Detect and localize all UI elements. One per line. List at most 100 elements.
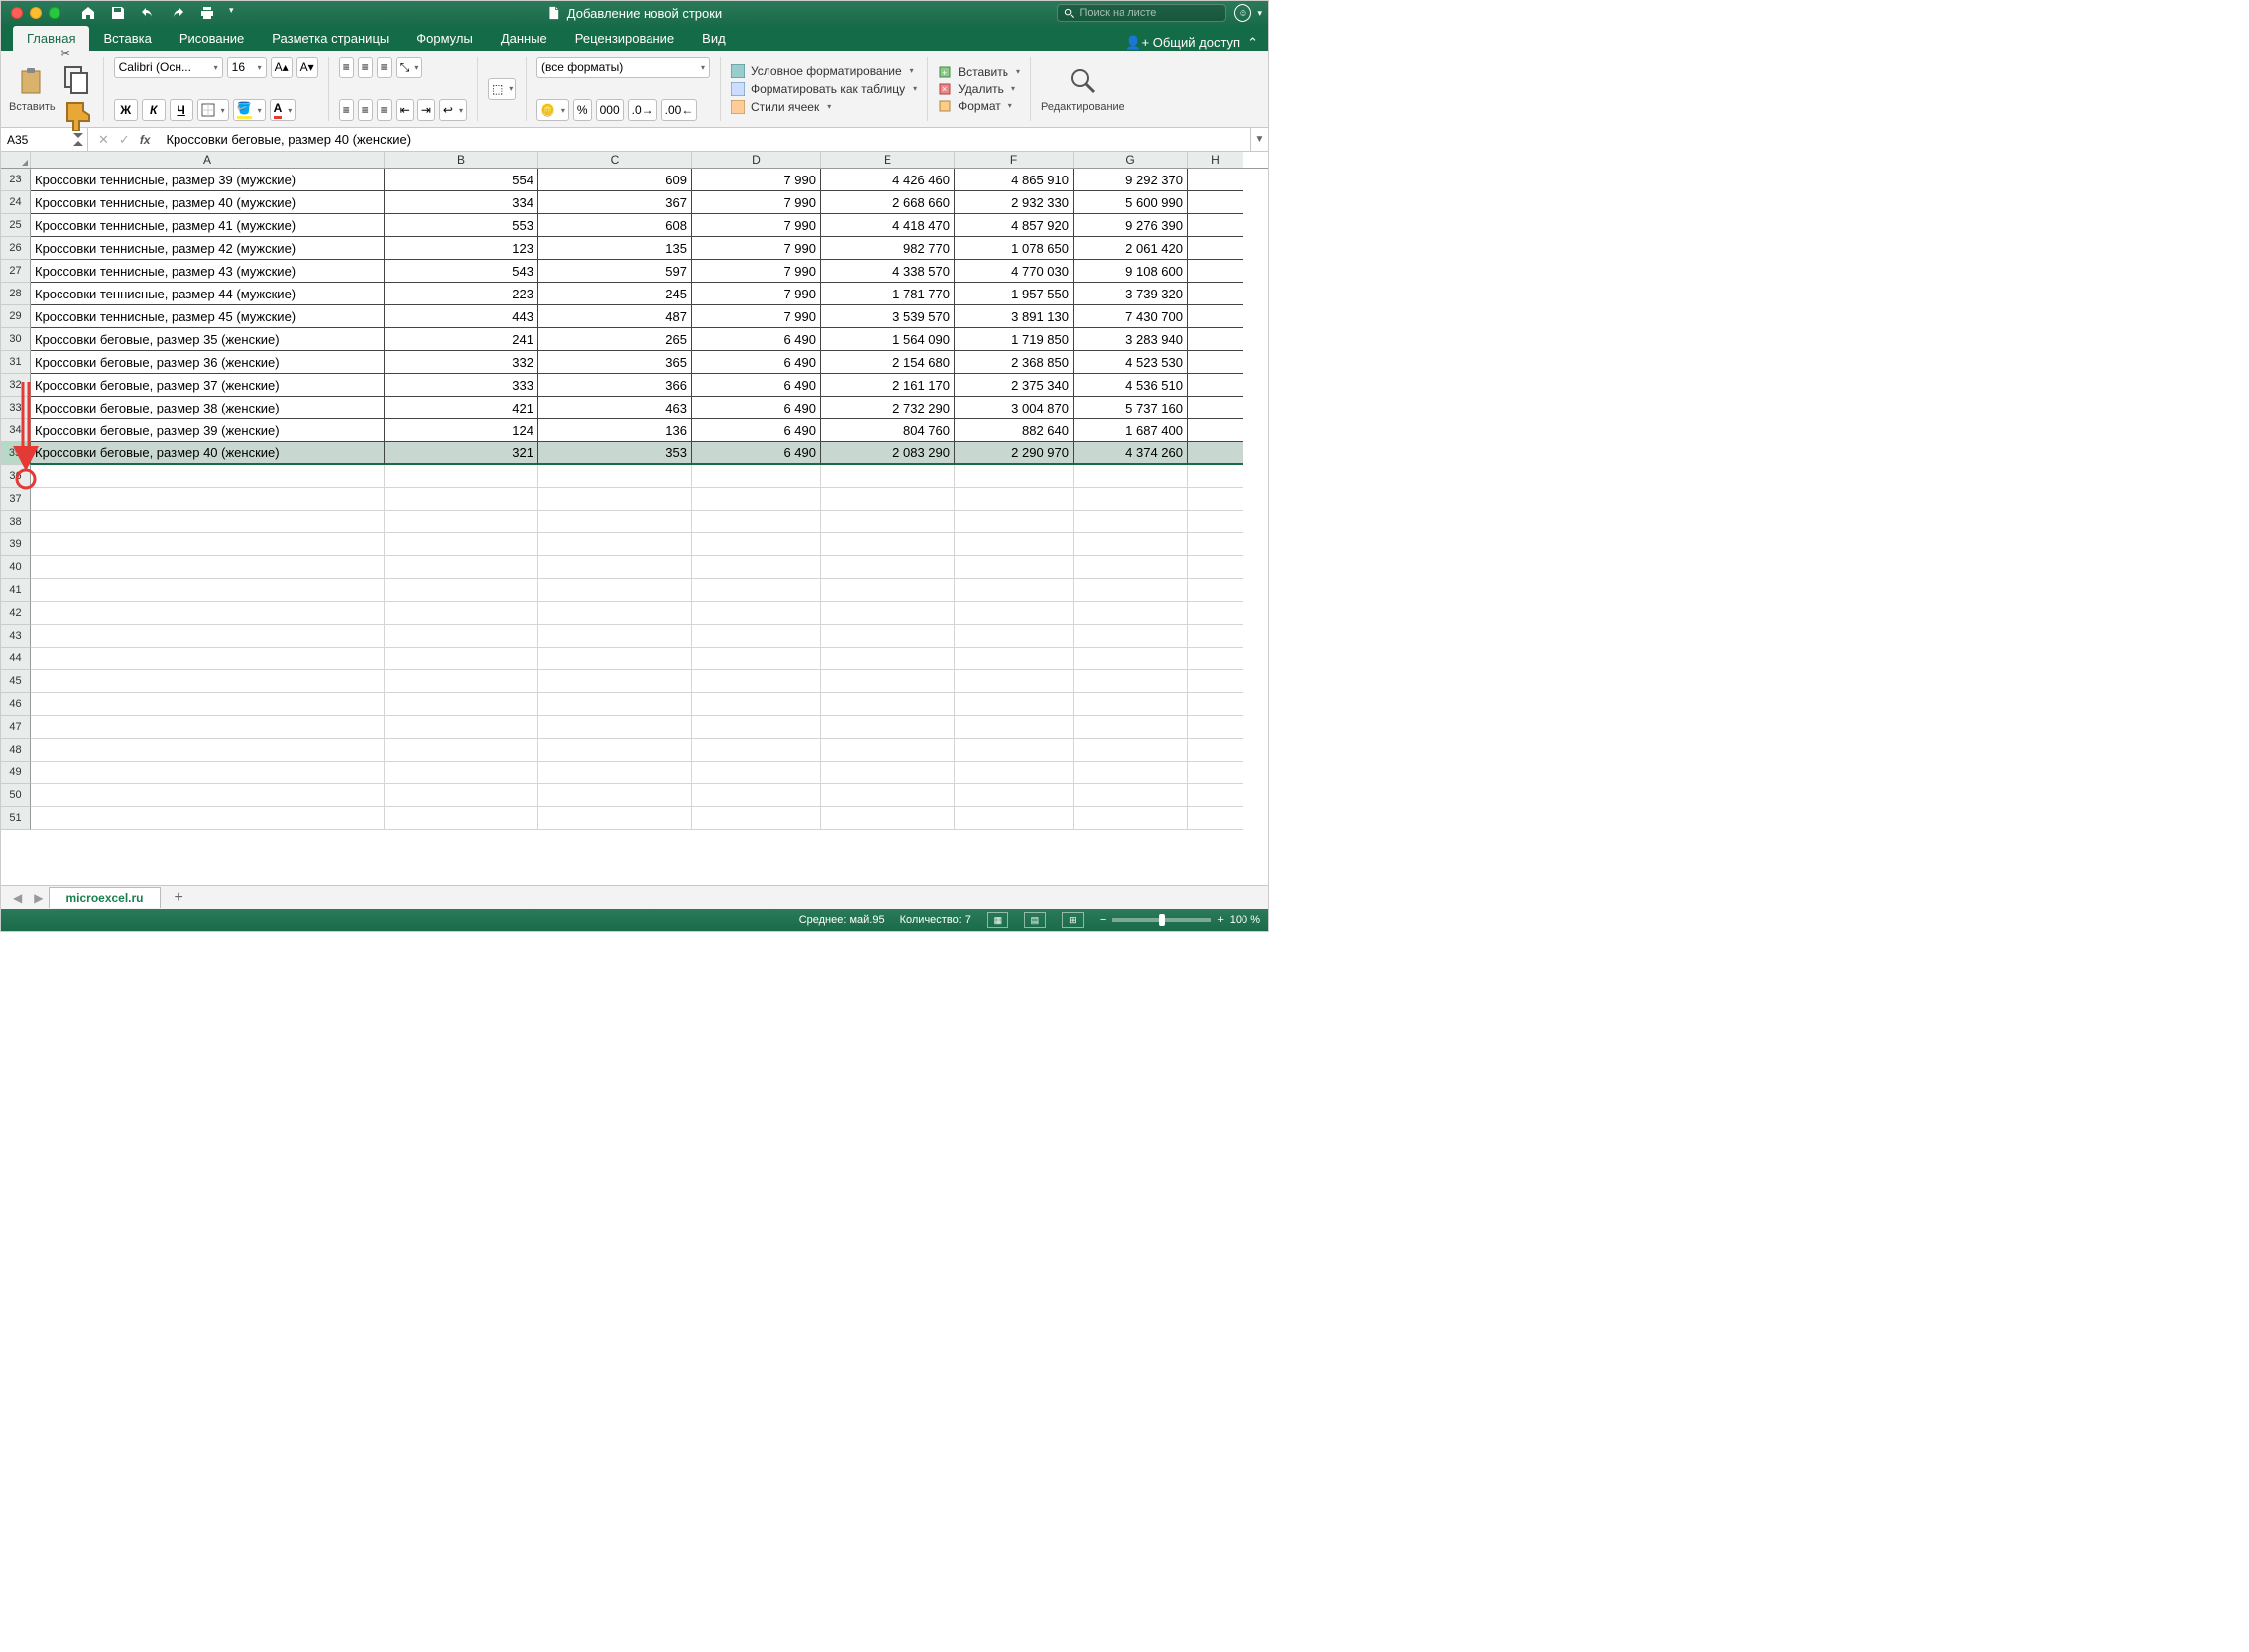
cell[interactable]: 334: [385, 191, 538, 214]
cell[interactable]: [385, 556, 538, 579]
cell[interactable]: [821, 625, 955, 648]
col-header-a[interactable]: A: [31, 152, 385, 168]
print-icon[interactable]: [199, 5, 215, 21]
cell[interactable]: [692, 556, 821, 579]
cut-icon[interactable]: ✂: [61, 47, 93, 59]
cell[interactable]: [1188, 648, 1243, 670]
cell[interactable]: Кроссовки теннисные, размер 41 (мужские): [31, 214, 385, 237]
table-row[interactable]: 49: [1, 762, 1268, 784]
cell[interactable]: [692, 762, 821, 784]
conditional-formatting-button[interactable]: Условное форматирование: [731, 62, 917, 80]
find-icon[interactable]: [1067, 65, 1099, 97]
cell[interactable]: 7 990: [692, 260, 821, 283]
cell[interactable]: 4 426 460: [821, 169, 955, 191]
cell[interactable]: 365: [538, 351, 692, 374]
cell[interactable]: [821, 716, 955, 739]
cell[interactable]: [821, 488, 955, 511]
table-row[interactable]: 46: [1, 693, 1268, 716]
row-header[interactable]: 30: [1, 328, 31, 351]
cell[interactable]: 2 368 850: [955, 351, 1074, 374]
cell[interactable]: [1188, 328, 1243, 351]
cell[interactable]: Кроссовки беговые, размер 39 (женские): [31, 419, 385, 442]
cell[interactable]: [31, 693, 385, 716]
cell[interactable]: [538, 533, 692, 556]
cell[interactable]: Кроссовки беговые, размер 37 (женские): [31, 374, 385, 397]
cell[interactable]: [1188, 625, 1243, 648]
cell[interactable]: [1074, 488, 1188, 511]
cell[interactable]: [955, 465, 1074, 488]
cell[interactable]: [692, 625, 821, 648]
cell[interactable]: 4 857 920: [955, 214, 1074, 237]
cell[interactable]: 5 737 160: [1074, 397, 1188, 419]
col-header-e[interactable]: E: [821, 152, 955, 168]
cell[interactable]: [538, 648, 692, 670]
cell[interactable]: 135: [538, 237, 692, 260]
cell[interactable]: [538, 693, 692, 716]
table-row[interactable]: 35 Кроссовки беговые, размер 40 (женские…: [1, 442, 1268, 465]
table-row[interactable]: 41: [1, 579, 1268, 602]
align-bottom-button[interactable]: ≡: [377, 57, 392, 78]
font-color-button[interactable]: A: [270, 99, 296, 121]
wrap-text-button[interactable]: ↩: [439, 99, 467, 121]
row-header[interactable]: 47: [1, 716, 31, 739]
table-row[interactable]: 36: [1, 465, 1268, 488]
cell[interactable]: 321: [385, 442, 538, 465]
cell[interactable]: [1074, 556, 1188, 579]
copy-icon[interactable]: [61, 63, 93, 95]
cell[interactable]: [821, 465, 955, 488]
cell[interactable]: [692, 716, 821, 739]
cell[interactable]: 2 083 290: [821, 442, 955, 465]
cell[interactable]: [538, 807, 692, 830]
cell[interactable]: [955, 511, 1074, 533]
cell[interactable]: 2 932 330: [955, 191, 1074, 214]
cell[interactable]: [538, 784, 692, 807]
cell[interactable]: 265: [538, 328, 692, 351]
cell[interactable]: [1188, 602, 1243, 625]
table-row[interactable]: 37: [1, 488, 1268, 511]
cell[interactable]: 597: [538, 260, 692, 283]
increase-font-button[interactable]: A▴: [271, 57, 293, 78]
table-row[interactable]: 31 Кроссовки беговые, размер 36 (женские…: [1, 351, 1268, 374]
search-sheet-input[interactable]: Поиск на листе: [1057, 4, 1226, 22]
cell[interactable]: 9 292 370: [1074, 169, 1188, 191]
cell[interactable]: 3 004 870: [955, 397, 1074, 419]
row-header[interactable]: 27: [1, 260, 31, 283]
cell[interactable]: [821, 533, 955, 556]
font-size-select[interactable]: 16: [227, 57, 267, 78]
cell[interactable]: [1074, 784, 1188, 807]
insert-cells-button[interactable]: +Вставить: [938, 65, 1020, 79]
cell[interactable]: [821, 511, 955, 533]
zoom-in-button[interactable]: +: [1217, 914, 1223, 926]
col-header-c[interactable]: C: [538, 152, 692, 168]
cell[interactable]: [955, 625, 1074, 648]
col-header-g[interactable]: G: [1074, 152, 1188, 168]
cell[interactable]: 7 990: [692, 237, 821, 260]
sheet-nav-prev[interactable]: ◀: [7, 891, 28, 905]
row-header[interactable]: 35: [1, 442, 31, 465]
cell[interactable]: 333: [385, 374, 538, 397]
cell[interactable]: 6 490: [692, 442, 821, 465]
fx-icon[interactable]: fx: [140, 133, 151, 147]
cell[interactable]: [692, 602, 821, 625]
cell[interactable]: 487: [538, 305, 692, 328]
cell[interactable]: 543: [385, 260, 538, 283]
cell[interactable]: [1074, 648, 1188, 670]
cell[interactable]: [1188, 511, 1243, 533]
row-header[interactable]: 38: [1, 511, 31, 533]
view-page-layout-button[interactable]: ▤: [1024, 912, 1046, 928]
cell[interactable]: [538, 716, 692, 739]
cell[interactable]: [538, 625, 692, 648]
cell[interactable]: 2 290 970: [955, 442, 1074, 465]
row-header[interactable]: 32: [1, 374, 31, 397]
cell[interactable]: [1074, 807, 1188, 830]
cell[interactable]: [385, 648, 538, 670]
cell[interactable]: [955, 716, 1074, 739]
cell[interactable]: [955, 556, 1074, 579]
cell[interactable]: [1074, 533, 1188, 556]
cell[interactable]: [1188, 488, 1243, 511]
tab-view[interactable]: Вид: [688, 26, 740, 51]
comma-button[interactable]: 000: [596, 99, 624, 121]
cell[interactable]: [821, 648, 955, 670]
cell[interactable]: [1188, 260, 1243, 283]
cell[interactable]: [385, 579, 538, 602]
